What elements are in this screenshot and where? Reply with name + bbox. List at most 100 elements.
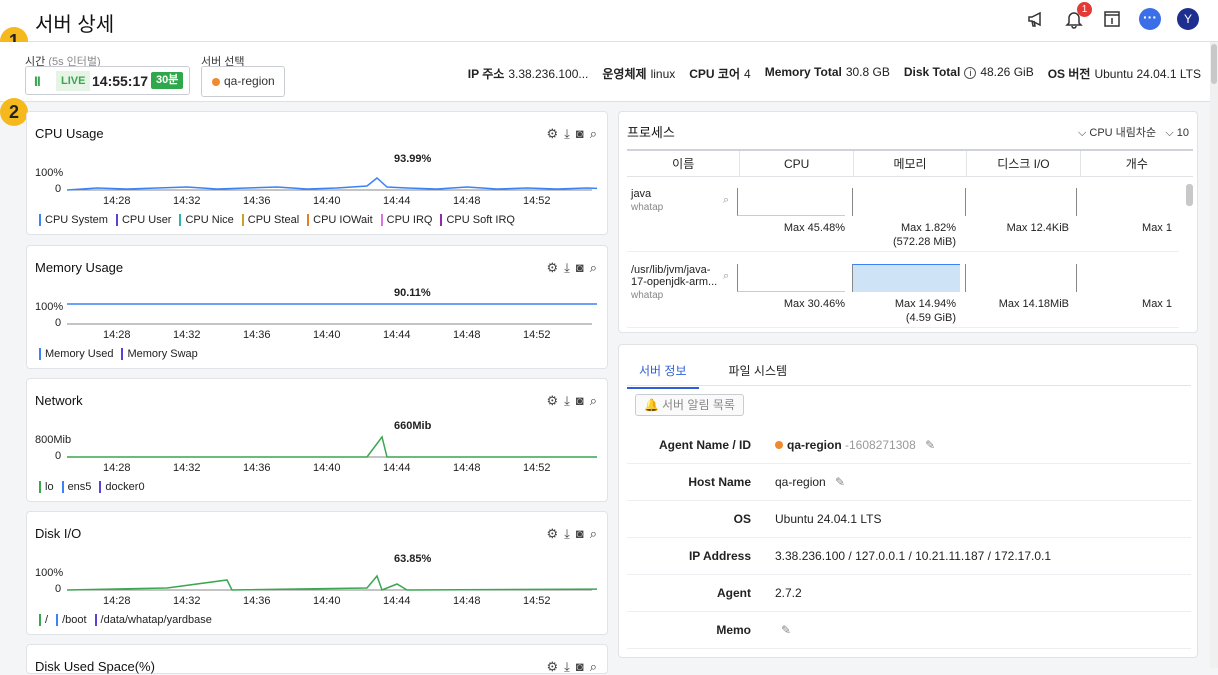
y-axis-min: 0 xyxy=(55,450,62,462)
process-column-header[interactable]: 개수 xyxy=(1081,151,1193,176)
chart-card: CPU Usage ⚙ ⤓ ◙ ⌕ 100% 0 93.99% 14:28 14:32 14:36 1… xyxy=(26,111,608,235)
x-tick: 14:48 xyxy=(453,329,481,341)
y-axis-max: 100% xyxy=(35,301,64,313)
x-tick: 14:52 xyxy=(523,329,551,341)
x-tick: 14:36 xyxy=(243,329,271,341)
chart-card: Disk Used Space(%) ⚙ ⤓ ◙ ⌕ xyxy=(26,644,608,674)
avatar[interactable]: Y xyxy=(1176,7,1200,31)
x-tick: 14:36 xyxy=(243,595,271,607)
x-tick: 14:40 xyxy=(313,595,341,607)
status-dot-icon xyxy=(775,441,783,449)
x-tick: 14:32 xyxy=(173,595,201,607)
legend-item[interactable]: CPU Nice xyxy=(179,214,234,226)
x-tick: 14:48 xyxy=(453,462,481,474)
process-row[interactable]: /usr/lib/jvm/java-17-openjdk-arm... whata… xyxy=(627,258,1179,328)
legend-item[interactable]: CPU Soft IRQ xyxy=(440,214,515,226)
y-axis-min: 0 xyxy=(55,317,62,329)
chart-title: Disk Used Space(%) xyxy=(35,659,155,674)
info-value: Ubuntu 24.04.1 LTS xyxy=(775,512,882,526)
y-axis-max: 100% xyxy=(35,167,64,179)
info-key: Agent Name / ID xyxy=(658,438,751,452)
process-column-header[interactable]: 디스크 I/O xyxy=(967,151,1081,176)
legend-item[interactable]: / xyxy=(39,614,48,626)
info-key: OS xyxy=(733,512,751,526)
live-time-control[interactable]: II LIVE 14:55:17 30분 xyxy=(25,66,190,95)
x-tick: 14:40 xyxy=(313,195,341,207)
info-panel-icon[interactable] xyxy=(1100,7,1124,31)
gear-icon[interactable]: ⚙ xyxy=(546,659,558,675)
zoom-icon[interactable]: ⌕ xyxy=(590,659,597,675)
chart-plot xyxy=(67,574,597,591)
info-row: OS Ubuntu 24.04.1 LTS xyxy=(627,501,1191,538)
zoom-icon: ⌕ xyxy=(723,194,730,206)
chat-icon[interactable]: ··· xyxy=(1138,7,1162,31)
legend-item[interactable]: /data/whatap/yardbase xyxy=(94,614,212,626)
x-tick: 14:44 xyxy=(383,462,411,474)
chart-legend: lo ens5 docker0 xyxy=(39,481,145,493)
server-select[interactable]: qa-region xyxy=(201,66,285,97)
summary-item: Disk Total i 48.26 GiB xyxy=(903,65,1034,79)
info-row: Agent 2.7.2 xyxy=(627,575,1191,612)
legend-item[interactable]: Memory Used xyxy=(39,348,113,360)
legend-item[interactable]: lo xyxy=(39,481,54,493)
megaphone-icon[interactable] xyxy=(1024,7,1048,31)
page-title: 서버 상세 xyxy=(35,14,115,36)
x-tick: 14:28 xyxy=(103,329,131,341)
chart-plot xyxy=(67,303,597,325)
page-scroll-thumb[interactable] xyxy=(1211,44,1217,84)
live-range-badge[interactable]: 30분 xyxy=(151,72,184,89)
chart-card: Disk I/O ⚙ ⤓ ◙ ⌕ 100% 0 63.85% 14:28 14:32 14:36 14… xyxy=(26,511,608,635)
process-scrollbar[interactable] xyxy=(1186,184,1193,206)
chart-plot xyxy=(67,435,597,458)
legend-item[interactable]: CPU Steal xyxy=(241,214,299,226)
process-row[interactable]: java whatap ⌕ Max 45.48% Max 1.82% (572.28 Mi… xyxy=(627,182,1179,252)
legend-item[interactable]: /boot xyxy=(56,614,87,626)
x-tick: 14:44 xyxy=(383,195,411,207)
server-alert-list-button[interactable]: 🔔 서버 알림 목록 xyxy=(635,394,744,416)
legend-item[interactable]: Memory Swap xyxy=(121,348,198,360)
process-mem-sub: (572.28 MiB) xyxy=(893,236,956,248)
process-disk: Max 14.18MiB xyxy=(998,298,1069,310)
info-key: IP Address xyxy=(688,549,751,563)
process-user: whatap xyxy=(631,202,664,213)
legend-item[interactable]: CPU IOWait xyxy=(307,214,373,226)
process-count: Max 1 xyxy=(1142,298,1172,310)
server-info-card: 서버 정보 파일 시스템 🔔 서버 알림 목록 Agent Name / ID qa… xyxy=(618,344,1198,658)
summary-item: IP 주소 3.38.236.100... xyxy=(467,67,589,81)
legend-item[interactable]: CPU System xyxy=(39,214,108,226)
camera-icon[interactable]: ◙ xyxy=(576,659,584,675)
x-tick: 14:40 xyxy=(313,329,341,341)
process-column-header[interactable]: 메모리 xyxy=(854,151,968,176)
x-tick: 14:32 xyxy=(173,462,201,474)
legend-item[interactable]: CPU User xyxy=(115,214,171,226)
info-value: 2.7.2 xyxy=(775,586,802,600)
info-value: 3.38.236.100 / 127.0.0.1 / 10.21.11.187 … xyxy=(775,549,1052,563)
pause-icon[interactable]: II xyxy=(34,73,41,89)
edit-icon[interactable]: ✎ xyxy=(835,475,845,489)
bell-icon[interactable]: 1 xyxy=(1062,2,1092,31)
info-icon: i xyxy=(964,67,977,79)
process-sort[interactable]: ⌵ CPU 내림차순 ⌵ 10 xyxy=(1078,124,1189,140)
y-axis-min: 0 xyxy=(55,183,62,195)
y-axis-max: 800Mib xyxy=(35,434,72,446)
server-summary: IP 주소 3.38.236.100... 운영체제 linux CPU 코어 4 Memo… xyxy=(468,65,1201,82)
process-column-header[interactable]: CPU xyxy=(740,151,854,176)
process-name: /usr/lib/jvm/java-17-openjdk-arm... xyxy=(631,264,718,288)
process-table-header: 이름 CPU 메모리 디스크 I/O 개수 xyxy=(627,149,1193,177)
legend-item[interactable]: CPU IRQ xyxy=(380,214,432,226)
status-dot-icon xyxy=(212,78,220,86)
legend-item[interactable]: docker0 xyxy=(99,481,145,493)
x-tick: 14:52 xyxy=(523,595,551,607)
notification-badge: 1 xyxy=(1077,2,1092,17)
x-tick: 14:28 xyxy=(103,595,131,607)
y-axis-max: 100% xyxy=(35,567,64,579)
summary-item: CPU 코어 4 xyxy=(689,67,751,81)
legend-item[interactable]: ens5 xyxy=(61,481,91,493)
x-tick: 14:36 xyxy=(243,462,271,474)
process-column-header[interactable]: 이름 xyxy=(627,151,741,176)
edit-icon[interactable]: ✎ xyxy=(925,438,935,452)
download-icon[interactable]: ⤓ xyxy=(564,659,570,675)
info-value: qa-region ✎ xyxy=(775,475,846,489)
page-scrollbar[interactable] xyxy=(1210,42,1218,668)
edit-icon[interactable]: ✎ xyxy=(781,623,791,637)
